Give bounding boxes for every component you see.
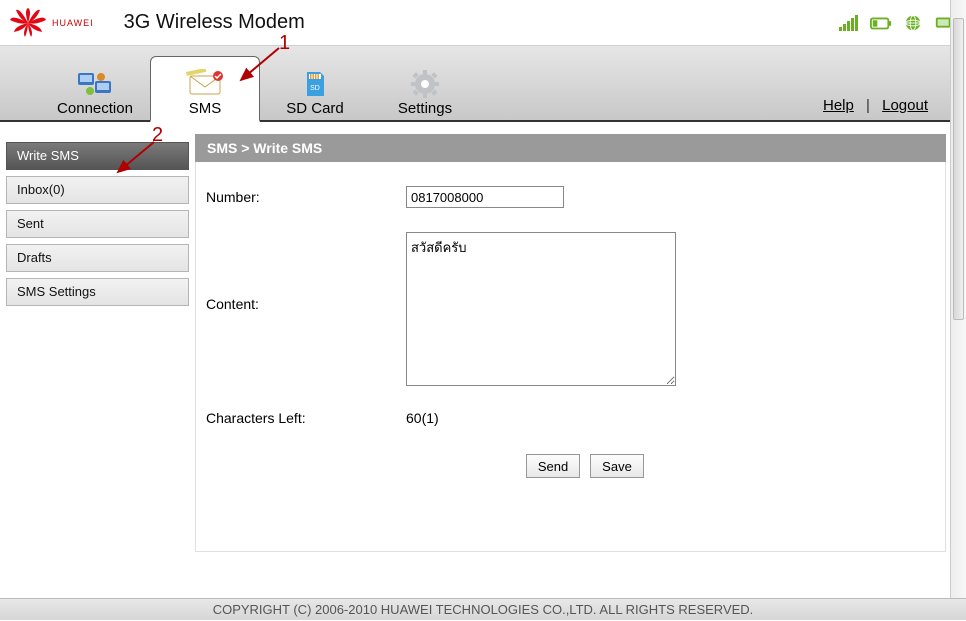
tab-sms-label: SMS bbox=[189, 100, 222, 117]
separator: | bbox=[866, 97, 870, 114]
sidebar-item-sent[interactable]: Sent bbox=[6, 210, 189, 238]
content: SMS > Write SMS Number: Content: Charact… bbox=[195, 122, 966, 594]
content-textarea[interactable] bbox=[406, 232, 676, 386]
globe-icon bbox=[902, 14, 924, 32]
tab-sdcard[interactable]: SD SD Card bbox=[260, 56, 370, 120]
tab-sdcard-label: SD Card bbox=[286, 100, 344, 117]
sidebar-item-sms-settings[interactable]: SMS Settings bbox=[6, 278, 189, 306]
header: HUAWEI 3G Wireless Modem bbox=[0, 0, 966, 46]
scrollbar-vertical[interactable] bbox=[950, 0, 966, 620]
send-button[interactable]: Send bbox=[526, 454, 580, 478]
sidebar-item-write-sms[interactable]: Write SMS bbox=[6, 142, 189, 170]
main: Write SMS Inbox(0) Sent Drafts SMS Setti… bbox=[0, 122, 966, 594]
help-link[interactable]: Help bbox=[823, 97, 854, 114]
footer: COPYRIGHT (C) 2006-2010 HUAWEI TECHNOLOG… bbox=[0, 598, 966, 620]
sms-icon bbox=[184, 68, 226, 100]
settings-icon bbox=[410, 68, 440, 100]
tab-settings-label: Settings bbox=[398, 100, 452, 117]
header-links: Help | Logout bbox=[815, 97, 936, 114]
tab-connection[interactable]: Connection bbox=[40, 56, 150, 120]
page-title: 3G Wireless Modem bbox=[124, 11, 305, 34]
svg-text:SD: SD bbox=[310, 85, 320, 92]
battery-icon bbox=[870, 14, 892, 32]
status-icons bbox=[838, 14, 956, 32]
signal-icon bbox=[838, 14, 860, 32]
breadcrumb: SMS > Write SMS bbox=[195, 134, 946, 162]
content-label: Content: bbox=[206, 232, 406, 312]
logo: HUAWEI bbox=[10, 8, 94, 38]
logout-link[interactable]: Logout bbox=[882, 97, 928, 114]
huawei-logo-icon bbox=[10, 8, 46, 38]
number-label: Number: bbox=[206, 189, 406, 205]
number-input[interactable] bbox=[406, 186, 564, 208]
brand-text: HUAWEI bbox=[52, 18, 94, 28]
chars-left-label: Characters Left: bbox=[206, 410, 406, 426]
tab-bar: Connection SMS SD SD Card Settings Help … bbox=[0, 46, 966, 122]
sidebar: Write SMS Inbox(0) Sent Drafts SMS Setti… bbox=[0, 122, 195, 594]
connection-icon bbox=[75, 68, 115, 100]
tab-connection-label: Connection bbox=[57, 100, 133, 117]
save-button[interactable]: Save bbox=[590, 454, 644, 478]
tab-sms[interactable]: SMS bbox=[150, 56, 260, 122]
tab-settings[interactable]: Settings bbox=[370, 56, 480, 120]
chars-left-value: 60(1) bbox=[406, 410, 439, 426]
sdcard-icon: SD bbox=[300, 68, 330, 100]
form-panel: Number: Content: Characters Left: 60(1) … bbox=[195, 162, 946, 552]
sidebar-item-drafts[interactable]: Drafts bbox=[6, 244, 189, 272]
sidebar-item-inbox[interactable]: Inbox(0) bbox=[6, 176, 189, 204]
